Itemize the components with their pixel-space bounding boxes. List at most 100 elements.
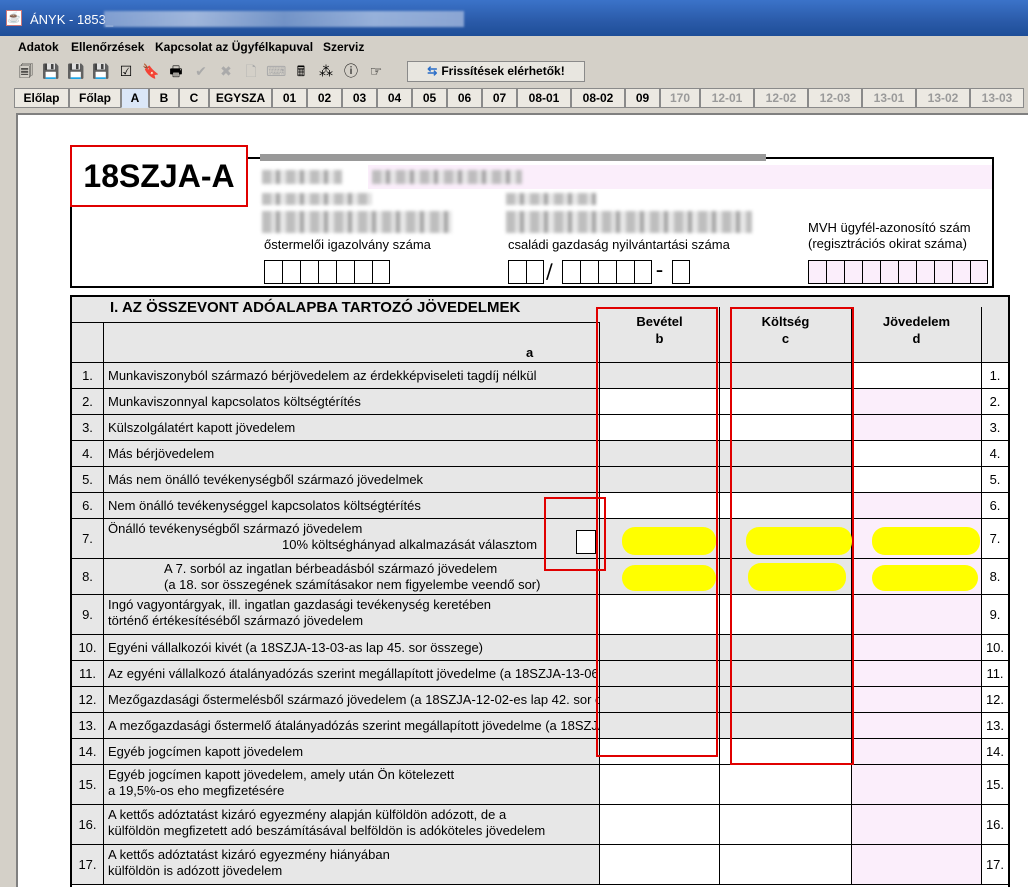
net-income-input[interactable] [852, 467, 982, 492]
accept-icon[interactable]: ✔ [191, 62, 211, 82]
tab-folap[interactable]: Főlap [69, 88, 121, 108]
tab-a[interactable]: A [121, 88, 149, 108]
row-number-right: 10. [982, 635, 1008, 660]
redaction-mark [748, 563, 846, 591]
income-input[interactable] [600, 845, 720, 884]
save-as-icon[interactable]: 💾 [66, 62, 86, 82]
net-income-input[interactable] [852, 415, 982, 440]
table-row: 7. Önálló tevékenységből származó jövedel… [72, 519, 1008, 559]
mvh-sublabel: (regisztrációs okirat száma) [808, 236, 967, 251]
tab-02[interactable]: 02 [307, 88, 342, 108]
tab-06[interactable]: 06 [447, 88, 482, 108]
net-income-input[interactable] [852, 845, 982, 884]
tab-09[interactable]: 09 [625, 88, 660, 108]
cost-input[interactable] [720, 845, 852, 884]
save-icon[interactable]: 💾 [41, 62, 61, 82]
col-d-header: Jövedelem d [852, 307, 982, 362]
table-row: 3. Külszolgálatért kapott jövedelem 3. [72, 415, 1008, 441]
tab-13-02[interactable]: 13-02 [916, 88, 970, 108]
redaction-mark [622, 527, 716, 555]
row-label-line: (a 18. sor összegének számításakor nem f… [164, 577, 541, 592]
csaladi-prefix-input[interactable] [508, 260, 544, 284]
tab-04[interactable]: 04 [377, 88, 412, 108]
menu-adatok[interactable]: Adatok [18, 40, 59, 54]
row-number-right: 12. [982, 687, 1008, 712]
net-income-input[interactable] [852, 765, 982, 804]
pointer-icon[interactable]: ☞ [366, 62, 386, 82]
tab-13-03[interactable]: 13-03 [970, 88, 1024, 108]
menu-ugyfelkapu[interactable]: Kapcsolat az Ügyfélkapuval [155, 40, 313, 54]
tab-08-02[interactable]: 08-02 [571, 88, 625, 108]
table-row: 2. Munkaviszonnyal kapcsolatos költségtér… [72, 389, 1008, 415]
income-table: I. AZ ÖSSZEVONT ADÓALAPBA TARTOZÓ JÖVEDE… [70, 295, 1010, 887]
check-icon[interactable]: ☑ [116, 62, 136, 82]
row-label: Mezőgazdasági őstermelésből származó jöv… [104, 687, 648, 712]
table-row: 4. Más bérjövedelem 4. [72, 441, 1008, 467]
tab-170[interactable]: 170 [660, 88, 700, 108]
tab-05[interactable]: 05 [412, 88, 447, 108]
ostermelo-input[interactable] [264, 260, 390, 284]
row-number: 14. [72, 739, 104, 764]
tab-12-01[interactable]: 12-01 [700, 88, 754, 108]
keyboard-icon[interactable]: ⌨ [266, 62, 286, 82]
redacted-text [262, 211, 452, 233]
net-income-input[interactable] [852, 363, 982, 388]
tab-01[interactable]: 01 [272, 88, 307, 108]
row-number: 13. [72, 713, 104, 738]
row-number-right: 2. [982, 389, 1008, 414]
menu-szerviz[interactable]: Szerviz [323, 40, 364, 54]
menu-ellenorzesek[interactable]: Ellenőrzések [71, 40, 144, 54]
cost-input[interactable] [720, 765, 852, 804]
row-label: Külszolgálatért kapott jövedelem [104, 415, 600, 440]
income-input[interactable] [600, 765, 720, 804]
tab-07[interactable]: 07 [482, 88, 517, 108]
bookmark-icon[interactable]: 🔖 [141, 62, 161, 82]
mvh-input[interactable] [808, 260, 988, 284]
dots-icon[interactable]: ⁂ [316, 62, 336, 82]
calculator-icon[interactable]: 🖩 [291, 62, 311, 82]
net-income-input[interactable] [852, 687, 982, 712]
tab-c[interactable]: C [179, 88, 209, 108]
net-income-input[interactable] [852, 595, 982, 634]
row-number: 16. [72, 805, 104, 844]
net-income-input[interactable] [852, 389, 982, 414]
tab-b[interactable]: B [149, 88, 179, 108]
cost-input[interactable] [720, 805, 852, 844]
form-page: 18SZJA-A őstermelői igazolvány száma csa… [16, 113, 1028, 887]
document-icon[interactable]: 🗋 [241, 62, 261, 82]
row-label: Nem önálló tevékenységgel kapcsolatos kö… [104, 493, 600, 518]
table-row: 15. Egyéb jogcímen kapott jövedelem, amel… [72, 765, 1008, 805]
updates-label: Frissítések elérhetők! [441, 64, 565, 78]
updates-available-button[interactable]: ⇆ Frissítések elérhetők! [407, 61, 585, 82]
tab-03[interactable]: 03 [342, 88, 377, 108]
tab-elolap[interactable]: Előlap [14, 88, 69, 108]
net-income-input[interactable] [852, 441, 982, 466]
header-a-cell: a [104, 322, 600, 362]
net-income-input[interactable] [852, 635, 982, 660]
row-label: Egyéb jogcímen kapott jövedelem [104, 739, 600, 764]
redaction-mark [872, 527, 980, 555]
net-income-input[interactable] [852, 493, 982, 518]
tab-13-01[interactable]: 13-01 [862, 88, 916, 108]
net-income-input[interactable] [852, 661, 982, 686]
row-number-right: 13. [982, 713, 1008, 738]
net-income-input[interactable] [852, 713, 982, 738]
net-income-input[interactable] [852, 739, 982, 764]
income-input[interactable] [600, 805, 720, 844]
print-icon[interactable]: 🖶 [166, 62, 186, 82]
tab-08-01[interactable]: 08-01 [517, 88, 571, 108]
info-icon[interactable]: ⓘ [341, 62, 361, 82]
csaladi-number-input[interactable] [562, 260, 652, 284]
row-label-line: Munkaviszonyból származó bérjövedelem az… [108, 368, 537, 383]
tab-egysza[interactable]: EGYSZA [209, 88, 272, 108]
net-income-input[interactable] [852, 805, 982, 844]
csaladi-suffix-input[interactable] [672, 260, 690, 284]
tab-12-02[interactable]: 12-02 [754, 88, 808, 108]
delete-icon[interactable]: ✖ [216, 62, 236, 82]
row-label: Egyéni vállalkozói kivét (a 18SZJA-13-03… [104, 635, 600, 660]
save-close-icon[interactable]: 💾 [91, 62, 111, 82]
redacted-title [104, 11, 464, 27]
highlight-checkbox [544, 497, 606, 571]
tab-12-03[interactable]: 12-03 [808, 88, 862, 108]
new-icon[interactable]: 🗐 [16, 62, 36, 82]
